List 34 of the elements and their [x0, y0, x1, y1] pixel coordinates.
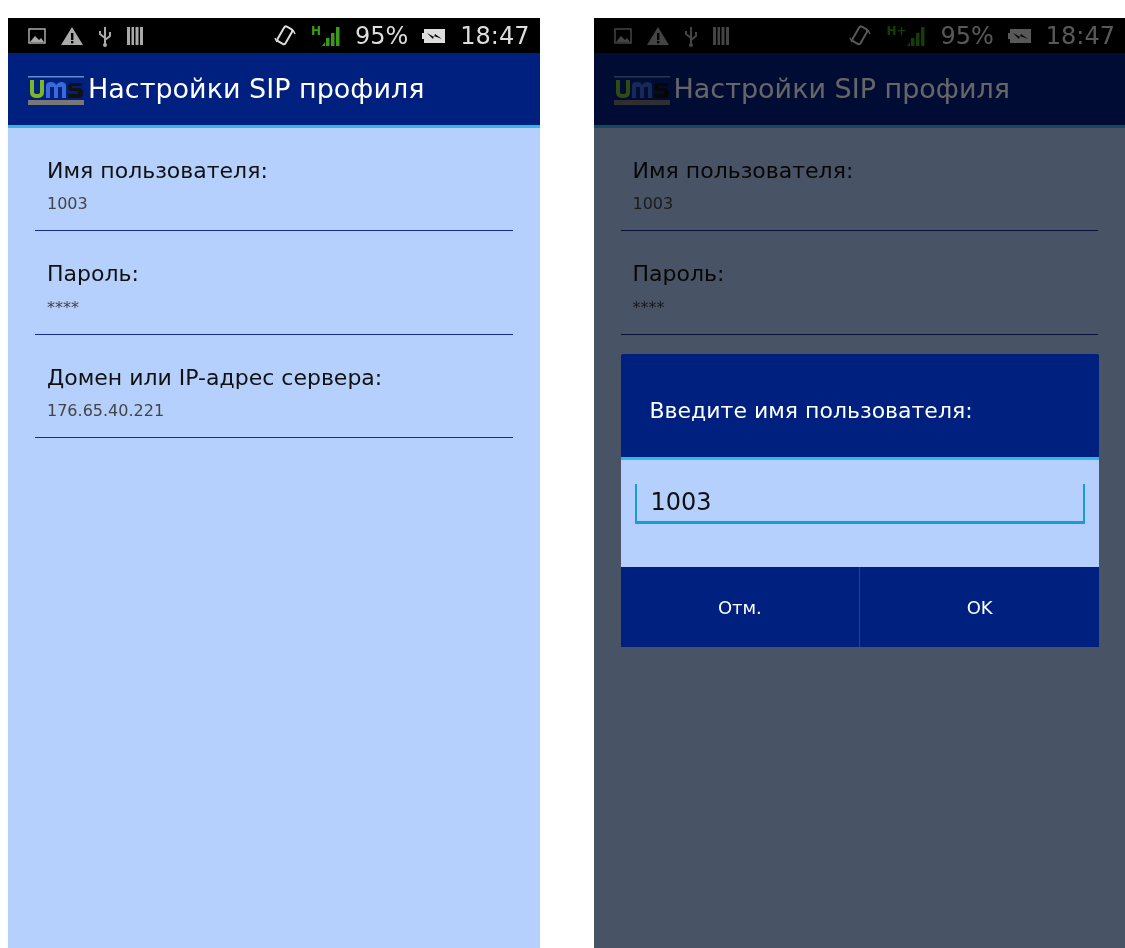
barcode-icon — [126, 25, 144, 46]
setting-value: 176.65.40.221 — [47, 400, 166, 423]
vibrate-icon — [848, 23, 873, 48]
setting-label: Домен или IP-адрес сервера: — [47, 364, 384, 392]
signal-icon — [906, 24, 927, 47]
setting-value: 1003 — [632, 193, 675, 216]
setting-label: Имя пользователя: — [47, 158, 269, 185]
setting-value: **** — [632, 296, 666, 319]
barcode-icon — [711, 25, 730, 46]
battery-percent: 95% — [355, 23, 409, 48]
network-type: H — [310, 24, 321, 37]
vibrate-icon — [272, 23, 297, 48]
screen-title: Настройки SIP профиля — [673, 71, 1010, 106]
warning-icon — [645, 25, 670, 46]
setting-label: Пароль: — [47, 261, 140, 288]
clock-time: 18:47 — [460, 23, 530, 48]
battery-charging-icon — [422, 27, 447, 44]
network-type: H+ — [886, 24, 907, 37]
ok-button[interactable]: OK — [859, 567, 1099, 647]
clock-time: 18:47 — [1045, 23, 1115, 48]
image-icon — [613, 27, 632, 44]
setting-value: **** — [47, 296, 80, 319]
setting-label: Имя пользователя: — [632, 158, 855, 185]
usb-icon — [683, 24, 698, 47]
warning-icon — [60, 25, 84, 46]
signal-icon — [321, 24, 341, 47]
input-field[interactable]: 1003 — [634, 484, 1085, 524]
battery-percent: 95% — [940, 23, 994, 48]
battery-charging-icon — [1007, 27, 1032, 44]
setting-value: 1003 — [47, 193, 89, 216]
screen-title: Настройки SIP профиля — [88, 71, 425, 106]
usb-icon — [98, 24, 112, 47]
image-icon — [28, 27, 46, 44]
setting-label: Пароль: — [632, 261, 726, 288]
